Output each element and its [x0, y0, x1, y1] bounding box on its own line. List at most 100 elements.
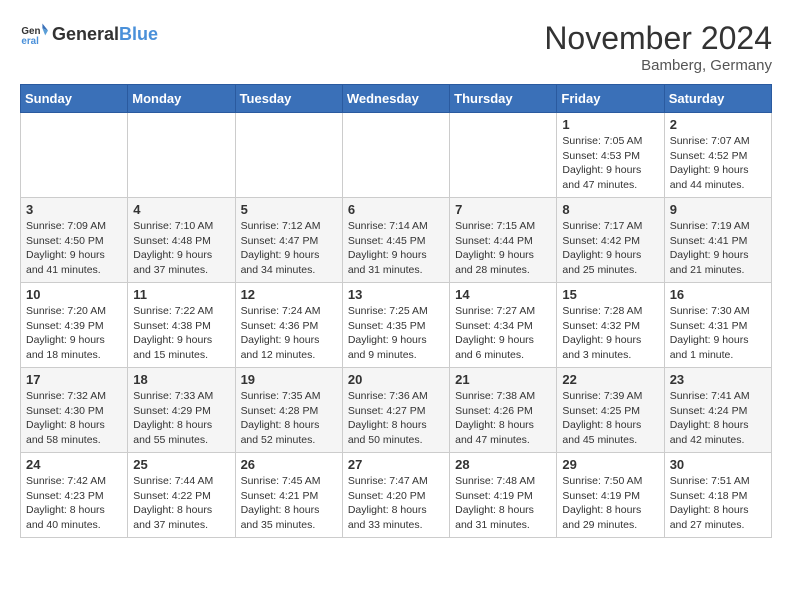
calendar-cell: 9 Sunrise: 7:19 AM Sunset: 4:41 PM Daylig…	[664, 198, 771, 283]
calendar-cell: 13 Sunrise: 7:25 AM Sunset: 4:35 PM Dayli…	[342, 283, 449, 368]
calendar-cell: 5 Sunrise: 7:12 AM Sunset: 4:47 PM Daylig…	[235, 198, 342, 283]
day-number: 7	[455, 202, 551, 217]
weekday-header-friday: Friday	[557, 85, 664, 113]
day-number: 23	[670, 372, 766, 387]
calendar-cell: 25 Sunrise: 7:44 AM Sunset: 4:22 PM Dayli…	[128, 453, 235, 538]
day-info: Sunrise: 7:07 AM Sunset: 4:52 PM Dayligh…	[670, 134, 766, 193]
day-number: 9	[670, 202, 766, 217]
title-block: November 2024 Bamberg, Germany	[544, 20, 772, 74]
day-info: Sunrise: 7:10 AM Sunset: 4:48 PM Dayligh…	[133, 219, 229, 278]
day-info: Sunrise: 7:05 AM Sunset: 4:53 PM Dayligh…	[562, 134, 658, 193]
day-number: 11	[133, 287, 229, 302]
day-number: 3	[26, 202, 122, 217]
calendar-cell: 15 Sunrise: 7:28 AM Sunset: 4:32 PM Dayli…	[557, 283, 664, 368]
calendar-cell: 24 Sunrise: 7:42 AM Sunset: 4:23 PM Dayli…	[21, 453, 128, 538]
calendar-cell: 23 Sunrise: 7:41 AM Sunset: 4:24 PM Dayli…	[664, 368, 771, 453]
day-number: 15	[562, 287, 658, 302]
page-header: Gen eral GeneralBlue November 2024 Bambe…	[20, 20, 772, 74]
day-info: Sunrise: 7:47 AM Sunset: 4:20 PM Dayligh…	[348, 474, 444, 533]
calendar-cell: 6Sunrise: 7:14 AM Sunset: 4:45 PM Daylig…	[342, 198, 449, 283]
svg-text:eral: eral	[21, 36, 39, 47]
calendar-cell: 20Sunrise: 7:36 AM Sunset: 4:27 PM Dayli…	[342, 368, 449, 453]
calendar-cell: 16 Sunrise: 7:30 AM Sunset: 4:31 PM Dayli…	[664, 283, 771, 368]
day-info: Sunrise: 7:20 AM Sunset: 4:39 PM Dayligh…	[26, 304, 122, 363]
logo-icon: Gen eral	[20, 20, 48, 48]
day-info: Sunrise: 7:42 AM Sunset: 4:23 PM Dayligh…	[26, 474, 122, 533]
day-info: Sunrise: 7:44 AM Sunset: 4:22 PM Dayligh…	[133, 474, 229, 533]
day-number: 2	[670, 117, 766, 132]
day-info: Sunrise: 7:25 AM Sunset: 4:35 PM Dayligh…	[348, 304, 444, 363]
day-info: Sunrise: 7:12 AM Sunset: 4:47 PM Dayligh…	[241, 219, 337, 278]
day-info: Sunrise: 7:22 AM Sunset: 4:38 PM Dayligh…	[133, 304, 229, 363]
logo: Gen eral GeneralBlue	[20, 20, 158, 48]
calendar-cell	[235, 113, 342, 198]
day-number: 30	[670, 457, 766, 472]
day-number: 6	[348, 202, 444, 217]
day-info: Sunrise: 7:38 AM Sunset: 4:26 PM Dayligh…	[455, 389, 551, 448]
day-number: 21	[455, 372, 551, 387]
calendar-cell: 29 Sunrise: 7:50 AM Sunset: 4:19 PM Dayli…	[557, 453, 664, 538]
calendar-cell: 21 Sunrise: 7:38 AM Sunset: 4:26 PM Dayli…	[450, 368, 557, 453]
calendar-cell	[450, 113, 557, 198]
day-number: 8	[562, 202, 658, 217]
day-info: Sunrise: 7:32 AM Sunset: 4:30 PM Dayligh…	[26, 389, 122, 448]
day-number: 1	[562, 117, 658, 132]
day-number: 10	[26, 287, 122, 302]
calendar-cell: 28Sunrise: 7:48 AM Sunset: 4:19 PM Dayli…	[450, 453, 557, 538]
day-info: Sunrise: 7:50 AM Sunset: 4:19 PM Dayligh…	[562, 474, 658, 533]
calendar-cell: 27 Sunrise: 7:47 AM Sunset: 4:20 PM Dayli…	[342, 453, 449, 538]
calendar-week-row: 1 Sunrise: 7:05 AM Sunset: 4:53 PM Daylig…	[21, 113, 772, 198]
calendar-cell: 26 Sunrise: 7:45 AM Sunset: 4:21 PM Dayli…	[235, 453, 342, 538]
day-info: Sunrise: 7:35 AM Sunset: 4:28 PM Dayligh…	[241, 389, 337, 448]
weekday-header-monday: Monday	[128, 85, 235, 113]
day-info: Sunrise: 7:33 AM Sunset: 4:29 PM Dayligh…	[133, 389, 229, 448]
calendar-cell: 14Sunrise: 7:27 AM Sunset: 4:34 PM Dayli…	[450, 283, 557, 368]
calendar-week-row: 10 Sunrise: 7:20 AM Sunset: 4:39 PM Dayli…	[21, 283, 772, 368]
day-info: Sunrise: 7:15 AM Sunset: 4:44 PM Dayligh…	[455, 219, 551, 278]
calendar-cell: 11 Sunrise: 7:22 AM Sunset: 4:38 PM Dayli…	[128, 283, 235, 368]
day-number: 25	[133, 457, 229, 472]
day-info: Sunrise: 7:17 AM Sunset: 4:42 PM Dayligh…	[562, 219, 658, 278]
day-number: 5	[241, 202, 337, 217]
calendar-cell	[128, 113, 235, 198]
day-info: Sunrise: 7:51 AM Sunset: 4:18 PM Dayligh…	[670, 474, 766, 533]
calendar-cell: 8 Sunrise: 7:17 AM Sunset: 4:42 PM Daylig…	[557, 198, 664, 283]
calendar-cell	[342, 113, 449, 198]
day-info: Sunrise: 7:39 AM Sunset: 4:25 PM Dayligh…	[562, 389, 658, 448]
calendar-table: SundayMondayTuesdayWednesdayThursdayFrid…	[20, 84, 772, 538]
day-info: Sunrise: 7:30 AM Sunset: 4:31 PM Dayligh…	[670, 304, 766, 363]
day-number: 19	[241, 372, 337, 387]
location: Bamberg, Germany	[544, 57, 772, 74]
day-info: Sunrise: 7:24 AM Sunset: 4:36 PM Dayligh…	[241, 304, 337, 363]
logo-blue-text: Blue	[119, 24, 158, 44]
day-info: Sunrise: 7:19 AM Sunset: 4:41 PM Dayligh…	[670, 219, 766, 278]
day-number: 16	[670, 287, 766, 302]
day-number: 13	[348, 287, 444, 302]
calendar-cell: 17 Sunrise: 7:32 AM Sunset: 4:30 PM Dayli…	[21, 368, 128, 453]
weekday-header-sunday: Sunday	[21, 85, 128, 113]
calendar-cell: 7 Sunrise: 7:15 AM Sunset: 4:44 PM Daylig…	[450, 198, 557, 283]
logo-general-text: General	[52, 24, 119, 44]
day-number: 4	[133, 202, 229, 217]
day-info: Sunrise: 7:27 AM Sunset: 4:34 PM Dayligh…	[455, 304, 551, 363]
day-number: 18	[133, 372, 229, 387]
calendar-cell	[21, 113, 128, 198]
day-number: 17	[26, 372, 122, 387]
day-info: Sunrise: 7:48 AM Sunset: 4:19 PM Dayligh…	[455, 474, 551, 533]
day-number: 12	[241, 287, 337, 302]
day-info: Sunrise: 7:45 AM Sunset: 4:21 PM Dayligh…	[241, 474, 337, 533]
day-number: 27	[348, 457, 444, 472]
calendar-cell: 30 Sunrise: 7:51 AM Sunset: 4:18 PM Dayli…	[664, 453, 771, 538]
day-info: Sunrise: 7:28 AM Sunset: 4:32 PM Dayligh…	[562, 304, 658, 363]
day-number: 24	[26, 457, 122, 472]
weekday-header-row: SundayMondayTuesdayWednesdayThursdayFrid…	[21, 85, 772, 113]
calendar-cell: 10 Sunrise: 7:20 AM Sunset: 4:39 PM Dayli…	[21, 283, 128, 368]
day-number: 26	[241, 457, 337, 472]
calendar-week-row: 3Sunrise: 7:09 AM Sunset: 4:50 PM Daylig…	[21, 198, 772, 283]
calendar-cell: 4 Sunrise: 7:10 AM Sunset: 4:48 PM Daylig…	[128, 198, 235, 283]
day-info: Sunrise: 7:41 AM Sunset: 4:24 PM Dayligh…	[670, 389, 766, 448]
day-number: 29	[562, 457, 658, 472]
day-number: 22	[562, 372, 658, 387]
calendar-cell: 19 Sunrise: 7:35 AM Sunset: 4:28 PM Dayli…	[235, 368, 342, 453]
calendar-cell: 1 Sunrise: 7:05 AM Sunset: 4:53 PM Daylig…	[557, 113, 664, 198]
